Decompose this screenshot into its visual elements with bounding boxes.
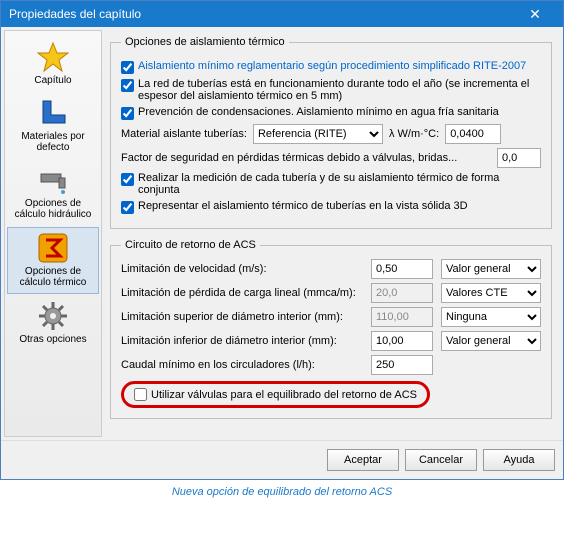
caudal-label: Caudal mínimo en los circuladores (l/h): xyxy=(121,359,363,371)
help-button[interactable]: Ayuda xyxy=(483,449,555,471)
gear-icon xyxy=(37,300,69,332)
cancel-button[interactable]: Cancelar xyxy=(405,449,477,471)
chk-year-label: La red de tuberías está en funcionamient… xyxy=(138,78,541,102)
lambda-label: λ W/m·°C: xyxy=(389,128,439,140)
highlight-ring: Utilizar válvulas para el equilibrado de… xyxy=(121,381,430,408)
acs-group: Circuito de retorno de ACS Limitación de… xyxy=(110,239,552,419)
row2-combo[interactable]: Ninguna xyxy=(441,307,541,327)
row3-combo[interactable]: Valor general xyxy=(441,331,541,351)
row3-label: Limitación inferior de diámetro interior… xyxy=(121,335,363,347)
acs-legend: Circuito de retorno de ACS xyxy=(121,239,260,251)
chk-3d[interactable]: Representar el aislamiento térmico de tu… xyxy=(121,200,541,214)
chk-year[interactable]: La red de tuberías está en funcionamient… xyxy=(121,78,541,102)
chk-measurement-box[interactable] xyxy=(121,173,134,186)
sidebar-item-label: Opciones de cálculo térmico xyxy=(10,266,96,289)
row2-input xyxy=(371,307,433,327)
row0-input[interactable] xyxy=(371,259,433,279)
star-icon xyxy=(37,41,69,73)
titlebar: Propiedades del capítulo ✕ xyxy=(1,1,563,27)
row3-input[interactable] xyxy=(371,331,433,351)
factor-input[interactable] xyxy=(497,148,541,168)
chk-3d-label: Representar el aislamiento térmico de tu… xyxy=(138,200,541,212)
lambda-input[interactable] xyxy=(445,124,501,144)
sidebar-item-label: Opciones de cálculo hidráulico xyxy=(9,198,97,221)
pipe-icon xyxy=(37,97,69,129)
chk-rite-link[interactable]: Aislamiento mínimo reglamentario según p… xyxy=(138,60,526,72)
chk-measurement[interactable]: Realizar la medición de cada tubería y d… xyxy=(121,172,541,196)
caudal-input[interactable] xyxy=(371,355,433,375)
sidebar-item-label: Otras opciones xyxy=(19,334,86,346)
window-title: Propiedades del capítulo xyxy=(9,7,515,21)
sidebar-item-hydraulic[interactable]: Opciones de cálculo hidráulico xyxy=(7,160,99,225)
sidebar: Capítulo Materiales por defecto Opciones… xyxy=(4,30,102,437)
row1-combo[interactable]: Valores CTE xyxy=(441,283,541,303)
chk-condensation-box[interactable] xyxy=(121,107,134,120)
thermal-legend: Opciones de aislamiento térmico xyxy=(121,36,289,48)
ok-button[interactable]: Aceptar xyxy=(327,449,399,471)
sidebar-item-materials[interactable]: Materiales por defecto xyxy=(7,93,99,158)
row0-label: Limitación de velocidad (m/s): xyxy=(121,263,363,275)
factor-label: Factor de seguridad en pérdidas térmicas… xyxy=(121,152,491,164)
chk-year-box[interactable] xyxy=(121,79,134,92)
main-panel: Opciones de aislamiento térmico Aislamie… xyxy=(102,30,560,437)
chk-rite-box[interactable] xyxy=(121,61,134,74)
row0-combo[interactable]: Valor general xyxy=(441,259,541,279)
chk-3d-box[interactable] xyxy=(121,201,134,214)
row1-label: Limitación de pérdida de carga lineal (m… xyxy=(121,287,363,299)
chk-rite[interactable]: Aislamiento mínimo reglamentario según p… xyxy=(121,60,541,74)
chk-valves-label: Utilizar válvulas para el equilibrado de… xyxy=(151,389,417,401)
sidebar-item-label: Capítulo xyxy=(34,75,71,87)
sidebar-item-thermal[interactable]: Opciones de cálculo térmico xyxy=(7,227,99,294)
figure-caption: Nueva opción de equilibrado del retorno … xyxy=(0,480,564,504)
row1-input xyxy=(371,283,433,303)
faucet-icon xyxy=(37,164,69,196)
thermal-group: Opciones de aislamiento térmico Aislamie… xyxy=(110,36,552,229)
sidebar-item-chapter[interactable]: Capítulo xyxy=(7,37,99,91)
material-label: Material aislante tuberías: xyxy=(121,128,247,140)
chk-condensation[interactable]: Prevención de condensaciones. Aislamient… xyxy=(121,106,541,120)
sigma-icon xyxy=(37,232,69,264)
material-combo[interactable]: Referencia (RITE) xyxy=(253,124,383,144)
acs-grid: Limitación de velocidad (m/s): Valor gen… xyxy=(121,259,541,375)
close-icon[interactable]: ✕ xyxy=(515,4,555,24)
row2-label: Limitación superior de diámetro interior… xyxy=(121,311,363,323)
chk-measurement-label: Realizar la medición de cada tubería y d… xyxy=(138,172,541,196)
button-bar: Aceptar Cancelar Ayuda xyxy=(1,440,563,479)
sidebar-item-label: Materiales por defecto xyxy=(9,131,97,154)
chk-condensation-label: Prevención de condensaciones. Aislamient… xyxy=(138,106,541,118)
sidebar-item-other[interactable]: Otras opciones xyxy=(7,296,99,350)
chk-valves-box[interactable] xyxy=(134,388,147,401)
